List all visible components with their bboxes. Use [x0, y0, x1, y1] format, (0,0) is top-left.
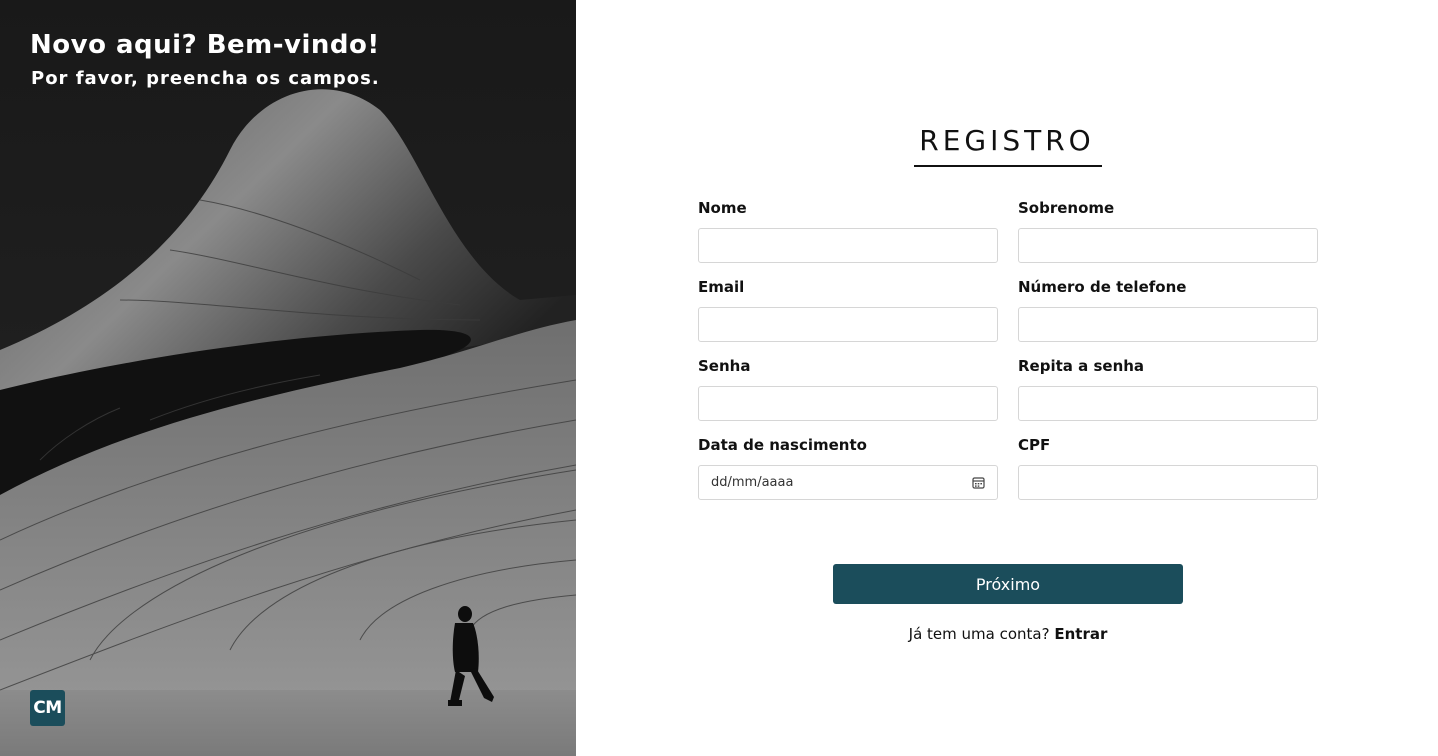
- email-field: Email: [698, 278, 998, 342]
- birth-date-field: Data de nascimento dd/mm/aaaa: [698, 436, 998, 500]
- login-link[interactable]: Entrar: [1054, 625, 1107, 643]
- cpf-field: CPF: [1018, 436, 1318, 500]
- last-name-input[interactable]: [1019, 229, 1317, 262]
- cpf-box: [1018, 465, 1318, 500]
- birth-date-placeholder: dd/mm/aaaa: [711, 475, 794, 490]
- last-name-field: Sobrenome: [1018, 199, 1318, 263]
- last-name-box: [1018, 228, 1318, 263]
- phone-field: Número de telefone: [1018, 278, 1318, 342]
- password-field: Senha: [698, 357, 998, 421]
- registration-page: Novo aqui? Bem-vindo! Por favor, preench…: [0, 0, 1438, 756]
- password-repeat-box: [1018, 386, 1318, 421]
- birth-date-label: Data de nascimento: [698, 436, 867, 454]
- title-underline: [914, 165, 1102, 167]
- email-label: Email: [698, 278, 745, 296]
- form-title: REGISTRO: [919, 124, 1095, 157]
- cpf-input[interactable]: [1019, 466, 1317, 499]
- calendar-icon[interactable]: [972, 476, 985, 489]
- email-input[interactable]: [699, 308, 997, 341]
- hero-panel: Novo aqui? Bem-vindo! Por favor, preench…: [0, 0, 576, 756]
- last-name-label: Sobrenome: [1018, 199, 1115, 217]
- cpf-label: CPF: [1018, 436, 1051, 454]
- hero-subtitle: Por favor, preencha os campos.: [31, 68, 380, 89]
- next-button[interactable]: Próximo: [833, 564, 1183, 604]
- phone-input[interactable]: [1019, 308, 1317, 341]
- password-repeat-field: Repita a senha: [1018, 357, 1318, 421]
- phone-label: Número de telefone: [1018, 278, 1187, 296]
- birth-date-input[interactable]: dd/mm/aaaa: [698, 465, 998, 500]
- first-name-field: Nome: [698, 199, 998, 263]
- logo: CM: [30, 690, 65, 726]
- hero-architecture-image: [0, 0, 576, 756]
- email-box: [698, 307, 998, 342]
- password-repeat-label: Repita a senha: [1018, 357, 1145, 375]
- first-name-label: Nome: [698, 199, 747, 217]
- hero-title: Novo aqui? Bem-vindo!: [30, 30, 380, 60]
- password-repeat-input[interactable]: [1019, 387, 1317, 420]
- first-name-box: [698, 228, 998, 263]
- password-box: [698, 386, 998, 421]
- registration-form: REGISTRO Nome Sobrenome Email Número de …: [576, 0, 1438, 756]
- password-label: Senha: [698, 357, 751, 375]
- first-name-input[interactable]: [699, 229, 997, 262]
- login-prompt: Já tem uma conta?: [908, 625, 1050, 643]
- login-line: Já tem uma conta? Entrar: [833, 625, 1183, 643]
- phone-box: [1018, 307, 1318, 342]
- password-input[interactable]: [699, 387, 997, 420]
